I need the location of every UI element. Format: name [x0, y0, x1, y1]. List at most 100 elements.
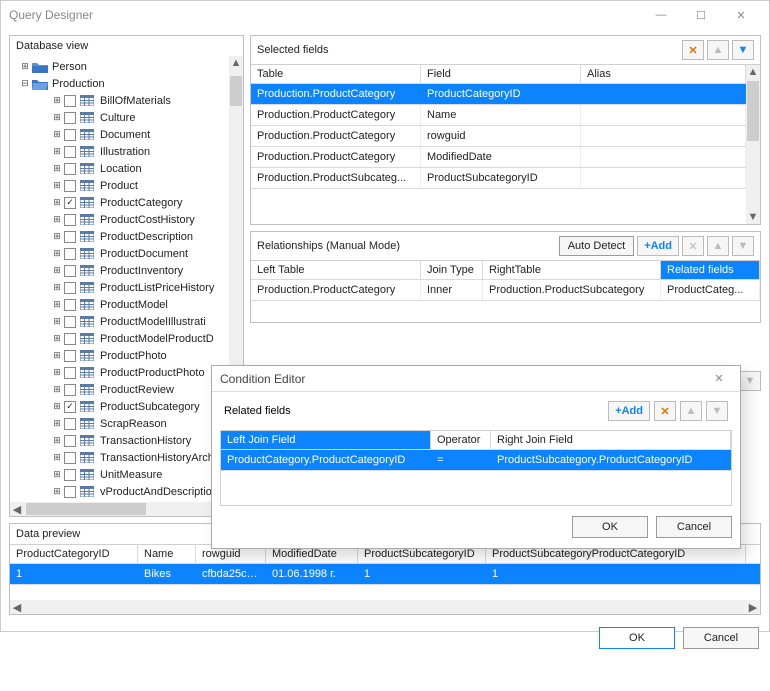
expander-icon[interactable]: ⊞	[52, 351, 62, 361]
expander-icon[interactable]: ⊞	[52, 147, 62, 157]
scroll-thumb[interactable]	[230, 76, 242, 106]
scroll-left-icon[interactable]: ◀	[10, 502, 24, 516]
condition-cancel-button[interactable]: Cancel	[656, 516, 732, 538]
scroll-up-icon[interactable]: ▲	[229, 56, 243, 70]
table-checkbox[interactable]	[64, 418, 76, 430]
database-tree[interactable]: ⊞ Person ⊟ Production ⊞BillOfMaterials⊞C…	[10, 56, 243, 502]
expander-icon[interactable]: ⊞	[20, 62, 30, 72]
cancel-button[interactable]: Cancel	[683, 627, 759, 649]
expander-icon[interactable]: ⊞	[52, 385, 62, 395]
maximize-button[interactable]: ☐	[681, 1, 721, 29]
tree-node-table[interactable]: ⊞Location	[14, 160, 243, 177]
preview-col[interactable]: ProductCategoryID	[10, 545, 138, 563]
selected-field-row[interactable]: Production.ProductCategoryProductCategor…	[251, 84, 746, 105]
remove-condition-button[interactable]: ✕	[654, 401, 676, 421]
add-condition-button[interactable]: +Add	[608, 401, 650, 421]
expander-icon[interactable]: ⊞	[52, 453, 62, 463]
tree-node-table[interactable]: ⊞ProductCostHistory	[14, 211, 243, 228]
minimize-button[interactable]: —	[641, 1, 681, 29]
table-checkbox[interactable]	[64, 401, 76, 413]
table-checkbox[interactable]	[64, 265, 76, 277]
table-checkbox[interactable]	[64, 333, 76, 345]
expander-icon[interactable]: ⊞	[52, 113, 62, 123]
table-checkbox[interactable]	[64, 180, 76, 192]
expander-icon[interactable]: ⊞	[52, 402, 62, 412]
remove-relationship-button[interactable]: ✕	[682, 236, 704, 256]
col-field[interactable]: Field	[421, 65, 581, 83]
table-checkbox[interactable]	[64, 231, 76, 243]
tree-node-table[interactable]: ⊞ProductModelIllustrati	[14, 313, 243, 330]
tree-node-table[interactable]: ⊞ProductCategory	[14, 194, 243, 211]
tree-node-table[interactable]: ⊞ProductModelProductD	[14, 330, 243, 347]
col-left-join-field[interactable]: Left Join Field	[221, 431, 431, 449]
tree-node-table[interactable]: ⊞BillOfMaterials	[14, 92, 243, 109]
tree-node-table[interactable]: ⊞TransactionHistory	[14, 432, 243, 449]
col-table[interactable]: Table	[251, 65, 421, 83]
move-up-button[interactable]: ▲	[707, 40, 729, 60]
tree-horizontal-scrollbar[interactable]: ◀ ▶	[10, 502, 243, 516]
scroll-up-icon[interactable]: ▲	[746, 65, 760, 79]
scroll-left-icon[interactable]: ◀	[10, 600, 24, 614]
expander-icon[interactable]: ⊞	[52, 130, 62, 140]
tree-node-table[interactable]: ⊞ProductPhoto	[14, 347, 243, 364]
table-checkbox[interactable]	[64, 197, 76, 209]
rel-move-down-button[interactable]: ▼	[732, 236, 754, 256]
auto-detect-button[interactable]: Auto Detect	[559, 236, 634, 256]
scroll-down-icon[interactable]: ▼	[746, 210, 760, 224]
table-checkbox[interactable]	[64, 112, 76, 124]
expander-icon[interactable]: ⊞	[52, 334, 62, 344]
tree-node-table[interactable]: ⊞Illustration	[14, 143, 243, 160]
table-checkbox[interactable]	[64, 384, 76, 396]
expander-icon[interactable]: ⊟	[20, 79, 30, 89]
tree-node-table[interactable]: ⊞ProductInventory	[14, 262, 243, 279]
expander-icon[interactable]: ⊞	[52, 164, 62, 174]
table-checkbox[interactable]	[64, 146, 76, 158]
selected-field-row[interactable]: Production.ProductCategoryModifiedDate	[251, 147, 746, 168]
close-button[interactable]: ✕	[721, 1, 761, 29]
table-checkbox[interactable]	[64, 486, 76, 498]
expander-icon[interactable]: ⊞	[52, 249, 62, 259]
selected-fields-grid[interactable]: Table Field Alias Production.ProductCate…	[251, 65, 746, 224]
preview-horizontal-scrollbar[interactable]: ◀ ▶	[10, 600, 760, 614]
table-checkbox[interactable]	[64, 163, 76, 175]
expander-icon[interactable]: ⊞	[52, 96, 62, 106]
cond-move-up-button[interactable]: ▲	[680, 401, 702, 421]
tree-node-person[interactable]: ⊞ Person	[14, 58, 243, 75]
table-checkbox[interactable]	[64, 316, 76, 328]
cond-move-down-button[interactable]: ▼	[706, 401, 728, 421]
col-left-table[interactable]: Left Table	[251, 261, 421, 279]
expander-icon[interactable]: ⊞	[52, 232, 62, 242]
scroll-thumb[interactable]	[747, 81, 759, 141]
remove-field-button[interactable]: ✕	[682, 40, 704, 60]
selected-fields-scrollbar[interactable]: ▲ ▼	[746, 65, 760, 224]
tree-node-table[interactable]: ⊞Product	[14, 177, 243, 194]
rel-move-up-button[interactable]: ▲	[707, 236, 729, 256]
add-relationship-button[interactable]: +Add	[637, 236, 679, 256]
col-right-table[interactable]: RightTable	[483, 261, 661, 279]
table-checkbox[interactable]	[64, 129, 76, 141]
tree-node-table[interactable]: ⊞Document	[14, 126, 243, 143]
table-checkbox[interactable]	[64, 248, 76, 260]
table-checkbox[interactable]	[64, 299, 76, 311]
tree-node-table[interactable]: ⊞UnitMeasure	[14, 466, 243, 483]
col-right-join-field[interactable]: Right Join Field	[491, 431, 731, 449]
selected-field-row[interactable]: Production.ProductSubcateg...ProductSubc…	[251, 168, 746, 189]
table-checkbox[interactable]	[64, 282, 76, 294]
data-preview-grid[interactable]: ProductCategoryIDNamerowguidModifiedDate…	[10, 544, 760, 600]
table-checkbox[interactable]	[64, 350, 76, 362]
condition-editor-close-button[interactable]: ✕	[706, 372, 732, 385]
expander-icon[interactable]: ⊞	[52, 266, 62, 276]
tree-node-table[interactable]: ⊞ProductSubcategory	[14, 398, 243, 415]
expander-icon[interactable]: ⊞	[52, 487, 62, 497]
table-checkbox[interactable]	[64, 469, 76, 481]
relationships-grid[interactable]: Left Table Join Type RightTable Related …	[251, 260, 760, 322]
col-join-type[interactable]: Join Type	[421, 261, 483, 279]
scroll-thumb[interactable]	[26, 503, 146, 515]
expander-icon[interactable]: ⊞	[52, 283, 62, 293]
tree-node-table[interactable]: ⊞TransactionHistoryArch	[14, 449, 243, 466]
tree-node-table[interactable]: ⊞ScrapReason	[14, 415, 243, 432]
tree-node-table[interactable]: ⊞ProductReview	[14, 381, 243, 398]
selected-field-row[interactable]: Production.ProductCategoryName	[251, 105, 746, 126]
tree-node-table[interactable]: ⊞ProductProductPhoto	[14, 364, 243, 381]
selected-field-row[interactable]: Production.ProductCategoryrowguid	[251, 126, 746, 147]
